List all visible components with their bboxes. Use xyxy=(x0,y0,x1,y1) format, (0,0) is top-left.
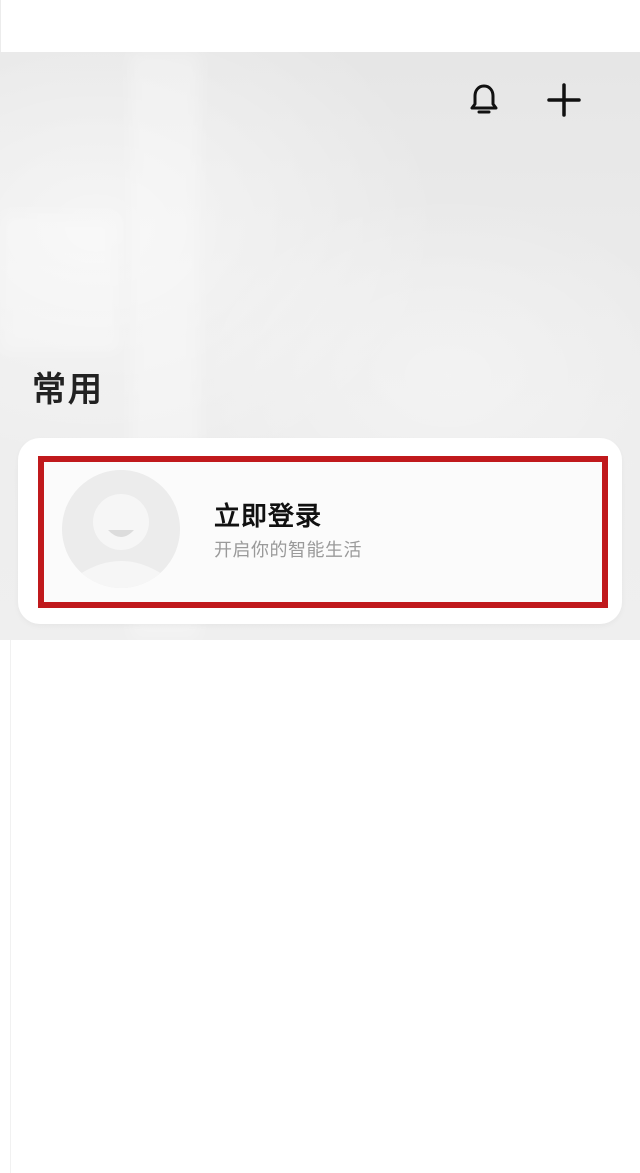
avatar[interactable] xyxy=(62,470,180,588)
status-bar-area xyxy=(0,0,640,52)
background-blur xyxy=(0,212,120,352)
add-button[interactable] xyxy=(542,78,586,122)
login-subtitle: 开启你的智能生活 xyxy=(214,540,362,561)
login-title[interactable]: 立即登录 xyxy=(214,496,322,533)
app-screen: 常用 立即登录 开启你的智能生活 xyxy=(0,0,640,1173)
bell-icon xyxy=(470,84,498,114)
plus-icon xyxy=(547,83,581,117)
default-avatar-icon xyxy=(62,470,180,588)
section-title: 常用 xyxy=(32,370,104,410)
content-area xyxy=(10,640,640,1173)
notifications-button[interactable] xyxy=(462,78,506,122)
